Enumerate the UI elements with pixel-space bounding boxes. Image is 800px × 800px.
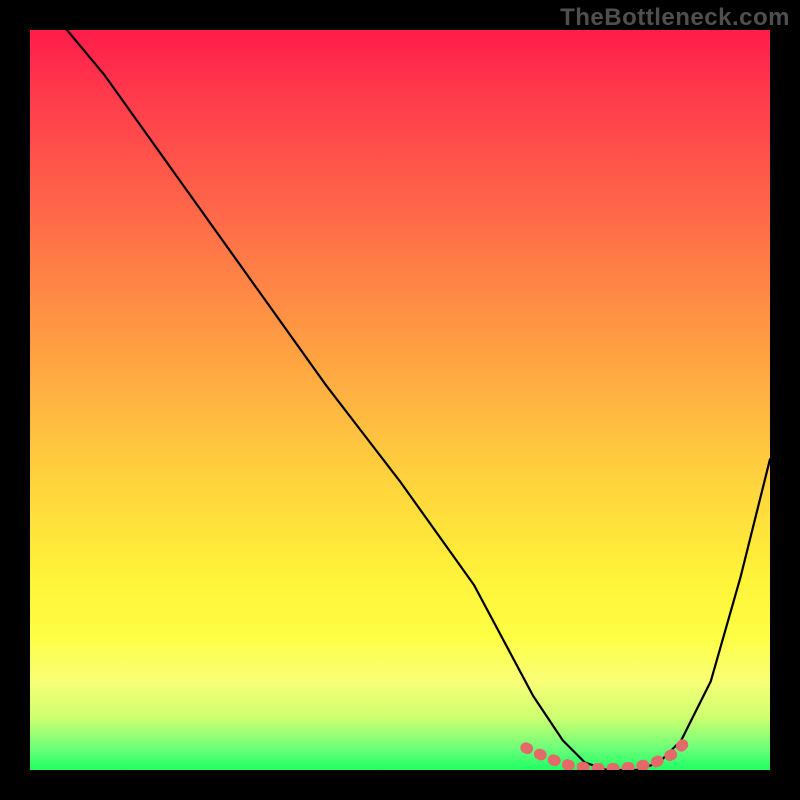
main-curve: [30, 30, 770, 770]
chart-svg: [30, 30, 770, 770]
highlight-curve: [526, 739, 689, 769]
plot-area: [30, 30, 770, 770]
chart-frame: TheBottleneck.com: [0, 0, 800, 800]
watermark-text: TheBottleneck.com: [560, 4, 790, 32]
